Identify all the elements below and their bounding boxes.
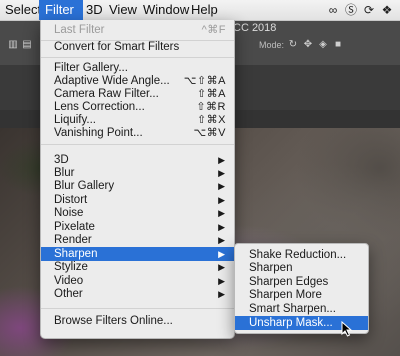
menu-item-shortcut: ⇧⌘R bbox=[196, 101, 226, 113]
menu-window[interactable]: Window bbox=[142, 0, 189, 20]
slide-3d-icon[interactable]: ◈ bbox=[318, 40, 328, 50]
menu-item-browse-filters-online[interactable]: Browse Filters Online... bbox=[41, 314, 234, 328]
chevron-right-icon: ▶ bbox=[218, 262, 225, 272]
rotate-3d-icon[interactable]: ↻ bbox=[288, 40, 298, 50]
menu-divider bbox=[41, 308, 234, 309]
creative-cloud-icon[interactable]: ∞ bbox=[326, 3, 340, 17]
menu-help-label: Help bbox=[191, 2, 218, 17]
submenu-item-noise[interactable]: Noise ▶ bbox=[41, 206, 234, 220]
menu-item-shortcut: ⌥⌘V bbox=[193, 127, 226, 139]
menu-item-label: Sharpen bbox=[249, 262, 293, 274]
menu-window-label: Window bbox=[143, 2, 190, 17]
menu-bar: Select Filter 3D View Window Help ∞ Ⓢ ⟳ … bbox=[0, 0, 400, 21]
menu-item-label: Filter Gallery... bbox=[54, 62, 128, 74]
menu-select-label: Select bbox=[5, 2, 42, 17]
menu-item-label: Vanishing Point... bbox=[54, 127, 143, 139]
mouse-pointer-icon bbox=[341, 321, 353, 337]
menu-3d[interactable]: 3D bbox=[84, 0, 106, 20]
submenu-item-pixelate[interactable]: Pixelate ▶ bbox=[41, 220, 234, 234]
filter-menu: Last Filter ^⌘F Convert for Smart Filter… bbox=[40, 20, 235, 339]
menu-item-label: Liquify... bbox=[54, 114, 96, 126]
submenu-item-sharpen-more[interactable]: Sharpen More bbox=[235, 288, 368, 302]
chevron-right-icon: ▶ bbox=[218, 249, 225, 259]
menu-item-label: Camera Raw Filter... bbox=[54, 88, 159, 100]
move-3d-icon[interactable]: ✥ bbox=[303, 40, 313, 50]
menu-item-label: Sharpen bbox=[54, 248, 98, 260]
menu-item-label: Unsharp Mask... bbox=[249, 317, 333, 329]
menu-item-label: Smart Sharpen... bbox=[249, 303, 336, 315]
submenu-item-video[interactable]: Video ▶ bbox=[41, 274, 234, 288]
menu-item-filter-gallery[interactable]: Filter Gallery... bbox=[41, 61, 234, 75]
align-icon[interactable]: ▥ bbox=[8, 40, 18, 50]
menu-divider bbox=[41, 144, 234, 145]
menu-item-label: Render bbox=[54, 234, 92, 246]
submenu-item-sharpen-edges[interactable]: Sharpen Edges bbox=[235, 275, 368, 289]
menu-select[interactable]: Select bbox=[4, 0, 42, 20]
menu-item-label: Browse Filters Online... bbox=[54, 315, 173, 327]
menu-view-label: View bbox=[109, 2, 137, 17]
chevron-right-icon: ▶ bbox=[218, 289, 225, 299]
menu-item-label: Last Filter bbox=[54, 24, 105, 36]
submenu-item-sharpen-basic[interactable]: Sharpen bbox=[235, 261, 368, 275]
menu-item-label: Convert for Smart Filters bbox=[54, 41, 180, 53]
menu-item-label: Adaptive Wide Angle... bbox=[54, 75, 170, 87]
chevron-right-icon: ▶ bbox=[218, 222, 225, 232]
submenu-item-3d[interactable]: 3D ▶ bbox=[41, 153, 234, 167]
menu-item-label: Blur Gallery bbox=[54, 180, 115, 192]
menu-item-label: Pixelate bbox=[54, 221, 95, 233]
menu-item-label: Other bbox=[54, 288, 83, 300]
menu-item-label: Stylize bbox=[54, 261, 88, 273]
chevron-right-icon: ▶ bbox=[218, 208, 225, 218]
submenu-item-shake-reduction[interactable]: Shake Reduction... bbox=[235, 248, 368, 262]
menu-item-liquify[interactable]: Liquify... ⇧⌘X bbox=[41, 113, 234, 127]
app-title: CC 2018 bbox=[233, 22, 277, 34]
menu-item-lens-correction[interactable]: Lens Correction... ⇧⌘R bbox=[41, 100, 234, 114]
menu-item-convert-smart-filters[interactable]: Convert for Smart Filters bbox=[41, 40, 234, 54]
camera-3d-icon[interactable]: ■ bbox=[333, 40, 343, 50]
chevron-right-icon: ▶ bbox=[218, 181, 225, 191]
menu-item-shortcut: ^⌘F bbox=[201, 24, 226, 36]
menu-item-label: Noise bbox=[54, 207, 84, 219]
menu-item-label: 3D bbox=[54, 154, 69, 166]
submenu-item-sharpen[interactable]: Sharpen ▶ bbox=[41, 247, 234, 261]
submenu-item-distort[interactable]: Distort ▶ bbox=[41, 193, 234, 207]
menu-item-shortcut: ⇧⌘X bbox=[196, 114, 226, 126]
chevron-right-icon: ▶ bbox=[218, 235, 225, 245]
menu-item-label: Blur bbox=[54, 167, 75, 179]
align-icon[interactable]: ▤ bbox=[22, 40, 32, 50]
menu-item-label: Shake Reduction... bbox=[249, 249, 347, 261]
submenu-item-stylize[interactable]: Stylize ▶ bbox=[41, 260, 234, 274]
menu-item-shortcut: ⌥⇧⌘A bbox=[183, 75, 226, 87]
skype-icon[interactable]: Ⓢ bbox=[344, 3, 358, 17]
menu-3d-label: 3D bbox=[86, 2, 103, 17]
menu-item-label: Distort bbox=[54, 194, 88, 206]
submenu-item-blur[interactable]: Blur ▶ bbox=[41, 166, 234, 180]
submenu-item-smart-sharpen[interactable]: Smart Sharpen... bbox=[235, 302, 368, 316]
chevron-right-icon: ▶ bbox=[218, 276, 225, 286]
menu-item-camera-raw-filter[interactable]: Camera Raw Filter... ⇧⌘A bbox=[41, 87, 234, 101]
menu-filter-label: Filter bbox=[45, 2, 74, 17]
dropbox-icon[interactable]: ❖ bbox=[380, 3, 394, 17]
menu-item-label: Lens Correction... bbox=[54, 101, 145, 113]
menu-divider bbox=[41, 57, 234, 58]
menu-help[interactable]: Help bbox=[190, 0, 218, 20]
menu-item-shortcut: ⇧⌘A bbox=[196, 88, 226, 100]
submenu-item-render[interactable]: Render ▶ bbox=[41, 233, 234, 247]
menu-item-label: Video bbox=[54, 275, 84, 287]
chevron-right-icon: ▶ bbox=[218, 195, 225, 205]
chevron-right-icon: ▶ bbox=[218, 168, 225, 178]
sync-icon[interactable]: ⟳ bbox=[362, 3, 376, 17]
menu-item-label: Sharpen Edges bbox=[249, 276, 329, 288]
mode-label: Mode: bbox=[259, 40, 285, 50]
menu-filter[interactable]: Filter bbox=[39, 0, 83, 20]
submenu-item-other[interactable]: Other ▶ bbox=[41, 287, 234, 301]
menu-view[interactable]: View bbox=[108, 0, 141, 20]
menu-item-vanishing-point[interactable]: Vanishing Point... ⌥⌘V bbox=[41, 126, 234, 140]
chevron-right-icon: ▶ bbox=[218, 155, 225, 165]
menu-item-label: Sharpen More bbox=[249, 289, 322, 301]
submenu-item-blur-gallery[interactable]: Blur Gallery ▶ bbox=[41, 179, 234, 193]
menu-item-adaptive-wide-angle[interactable]: Adaptive Wide Angle... ⌥⇧⌘A bbox=[41, 74, 234, 88]
menu-item-last-filter: Last Filter ^⌘F bbox=[41, 23, 234, 37]
